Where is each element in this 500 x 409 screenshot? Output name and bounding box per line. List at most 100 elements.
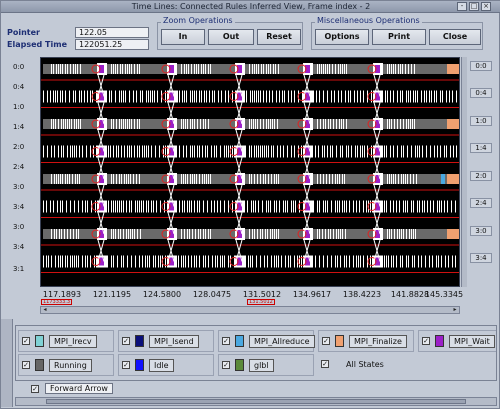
legend-checkbox[interactable]: ✓	[22, 337, 30, 345]
right-row-label[interactable]: 2:0	[470, 171, 492, 181]
legend-item-running[interactable]: ✓ Running	[18, 354, 114, 376]
event-tick	[389, 229, 390, 239]
event-tick	[393, 90, 394, 103]
timeline-svg[interactable]	[41, 58, 460, 287]
event-tick	[252, 229, 253, 239]
zoom-out-button[interactable]: Out	[208, 29, 254, 45]
event-tick	[65, 64, 66, 74]
close-button[interactable]: Close	[429, 29, 481, 45]
event-tick	[430, 145, 431, 158]
event-tick	[258, 200, 259, 213]
legend-checkbox[interactable]: ✓	[222, 337, 230, 345]
event-tick	[50, 200, 51, 213]
event-tick	[333, 119, 334, 129]
close-window-icon[interactable]: ×	[481, 2, 491, 11]
legend-item-idle[interactable]: ✓ Idle	[118, 354, 214, 376]
event-tick	[258, 64, 259, 74]
zoom-reset-button[interactable]: Reset	[257, 29, 301, 45]
legend-item-mpi-finalize[interactable]: ✓ MPI_Finalize	[318, 330, 414, 352]
legend-name-button[interactable]: MPI_Isend	[149, 335, 199, 348]
legend-item-mpi-allreduce[interactable]: ✓ MPI_Allreduce	[218, 330, 315, 352]
event-tick	[60, 200, 61, 213]
legend-name-button[interactable]: glbl	[249, 359, 274, 372]
mid-time-marker[interactable]: 131.5012	[247, 299, 275, 305]
title-bar[interactable]: Time Lines: Connected Rules Inferred Vie…	[1, 1, 500, 13]
legend-name-button[interactable]: Idle	[149, 359, 174, 372]
event-tick	[113, 64, 114, 74]
legend-checkbox[interactable]: ✓	[122, 361, 130, 369]
event-tick	[82, 255, 83, 268]
right-row-label[interactable]: 0:0	[470, 61, 492, 71]
event-tick	[358, 255, 359, 268]
forward-arrow-checkbox[interactable]: ✓	[31, 385, 39, 393]
legend-name-button[interactable]: Running	[49, 359, 92, 372]
event-tick	[93, 145, 94, 158]
all-states-checkbox[interactable]: ✓	[321, 360, 329, 368]
event-tick	[456, 145, 457, 158]
event-tick	[113, 145, 114, 158]
timeline-vertical-scrollbar[interactable]	[461, 57, 467, 287]
scroll-left-icon[interactable]: ◂	[41, 307, 49, 313]
event-tick	[348, 90, 349, 103]
event-tick	[414, 255, 415, 268]
event-tick	[139, 119, 140, 129]
event-tick	[53, 200, 54, 213]
legend-item-mpi-isend[interactable]: ✓ MPI_Isend	[118, 330, 214, 352]
event-tick	[205, 64, 206, 74]
event-tick	[77, 64, 78, 74]
legend-name-button[interactable]: MPI_Allreduce	[249, 335, 315, 348]
timeline-horizontal-scrollbar[interactable]: ◂ ▸	[40, 306, 460, 314]
legend-name-button[interactable]: MPI_Irecv	[49, 335, 97, 348]
event-tick	[346, 119, 347, 129]
minimize-icon[interactable]: -	[457, 2, 467, 11]
legend-checkbox[interactable]: ✓	[422, 337, 430, 345]
event-tick	[252, 90, 253, 103]
legend-scrollbar[interactable]	[15, 397, 497, 406]
left-time-marker[interactable]: 1173333.3	[41, 299, 73, 305]
event-tick	[136, 174, 137, 184]
legend-scrollbar-thumb[interactable]	[46, 399, 466, 404]
pointer-field[interactable]: 122.05	[75, 27, 149, 38]
legend-checkbox[interactable]: ✓	[122, 337, 130, 345]
zoom-in-button[interactable]: In	[161, 29, 205, 45]
event-tick	[249, 229, 250, 239]
legend-item-glbl[interactable]: ✓ glbl	[218, 354, 314, 376]
print-button[interactable]: Print	[372, 29, 426, 45]
event-tick	[208, 174, 209, 184]
forward-arrow-label[interactable]: Forward Arrow	[45, 383, 113, 394]
right-row-label[interactable]: 0:4	[470, 88, 492, 98]
event-tick	[61, 119, 62, 129]
event-tick	[283, 145, 284, 158]
event-tick	[128, 174, 129, 184]
event-tick	[331, 255, 332, 268]
right-row-label[interactable]: 1:4	[470, 143, 492, 153]
options-button[interactable]: Options	[315, 29, 369, 45]
event-tick	[414, 64, 415, 74]
event-tick	[362, 145, 363, 158]
legend-name-button[interactable]: MPI_Wait	[449, 335, 495, 348]
legend-checkbox[interactable]: ✓	[222, 361, 230, 369]
legend-checkbox[interactable]: ✓	[22, 361, 30, 369]
timeline-canvas[interactable]	[40, 57, 460, 287]
event-tick	[184, 90, 185, 103]
maximize-icon[interactable]: □	[469, 2, 479, 11]
event-tick	[264, 145, 265, 158]
legend-item-all-states[interactable]: ✓ All States	[318, 354, 414, 376]
right-row-label[interactable]: 1:0	[470, 116, 492, 126]
right-row-label[interactable]: 3:0	[470, 226, 492, 236]
event-tick	[139, 174, 140, 184]
elapsed-time-field[interactable]: 122051.25	[75, 39, 149, 50]
event-tick	[214, 145, 215, 158]
legend-item-mpi-irecv[interactable]: ✓ MPI_Irecv	[18, 330, 114, 352]
event-tick	[387, 174, 388, 184]
event-tick	[51, 255, 52, 268]
event-tick	[65, 119, 66, 129]
scroll-right-icon[interactable]: ▸	[451, 307, 459, 313]
right-row-label[interactable]: 2:4	[470, 198, 492, 208]
event-tick	[155, 255, 156, 268]
legend-name-button[interactable]: MPI_Finalize	[349, 335, 407, 348]
event-tick	[121, 255, 122, 268]
legend-checkbox[interactable]: ✓	[322, 337, 330, 345]
legend-item-mpi-wait[interactable]: ✓ MPI_Wait	[418, 330, 496, 352]
right-row-label[interactable]: 3:4	[470, 253, 492, 263]
